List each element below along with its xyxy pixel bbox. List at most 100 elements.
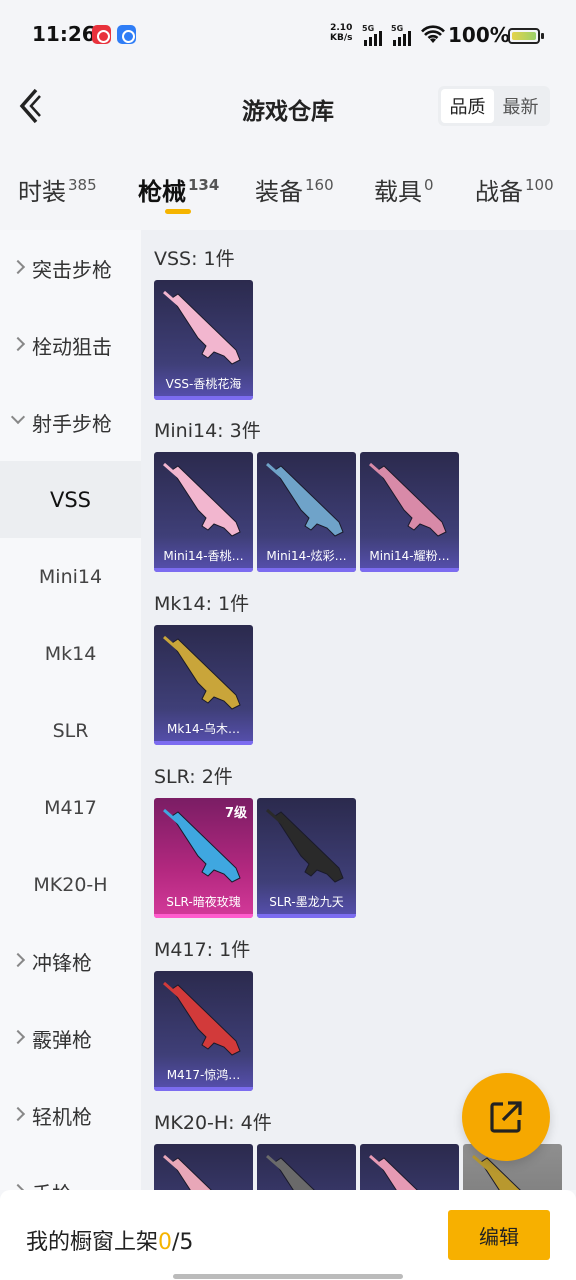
weapon-skin-name: SLR-暗夜玫瑰 (166, 895, 241, 909)
rifle-icon (266, 1154, 315, 1190)
chevron-down-icon (10, 409, 26, 425)
active-tab-indicator (165, 209, 191, 214)
weapon-skin-card[interactable]: Mk14-乌木… (154, 625, 253, 745)
signal-icon-2: 5G (391, 24, 413, 46)
chevron-right-icon (10, 1029, 26, 1045)
rifle-icon (163, 635, 241, 710)
group-title: M417: 1件 (154, 939, 251, 961)
tab-vehicles[interactable]: 载具 0 (374, 172, 434, 207)
sidebar-item-label: 突击步枪 (32, 258, 112, 282)
wifi-icon (421, 25, 445, 43)
sidebar-item-marksman-rifle[interactable]: 射手步枪 (0, 384, 141, 461)
sidebar-item-m417[interactable]: M417 (0, 769, 141, 846)
tab-count: 134 (188, 176, 220, 194)
weapon-skin-card[interactable]: 7级 SLR-暗夜玫瑰 (154, 798, 253, 918)
tab-fashion[interactable]: 时装 385 (18, 172, 97, 207)
rarity-bar (154, 568, 253, 572)
weapon-skin-name: Mk14-乌木… (167, 722, 240, 736)
showcase-label: 我的橱窗上架 (26, 1230, 159, 1255)
rifle-icon (163, 462, 241, 537)
sidebar-item-vss[interactable]: VSS (0, 461, 141, 538)
rifle-icon (163, 290, 241, 365)
notification-app-icon-2 (117, 25, 136, 44)
weapon-skin-card[interactable] (360, 1144, 459, 1190)
sidebar-item-mk20h[interactable]: MK20-H (0, 846, 141, 923)
share-button[interactable] (462, 1073, 550, 1161)
tab-label: 枪械 (138, 178, 186, 206)
sidebar-item-label: 轻机枪 (32, 1105, 92, 1129)
sidebar-item-label: 射手步枪 (32, 412, 112, 436)
tab-firearms[interactable]: 枪械 134 (138, 172, 219, 207)
sidebar-item-shotgun[interactable]: 霰弹枪 (0, 1000, 141, 1077)
rifle-icon (266, 462, 344, 537)
signal-icon: 5G (362, 24, 384, 46)
weapon-skin-name: M417-惊鸿… (166, 1068, 241, 1082)
chevron-right-icon (10, 1106, 26, 1122)
weapon-skin-card[interactable]: Mini14-炫彩… (257, 452, 356, 572)
rifle-icon (163, 1154, 212, 1190)
sidebar-item-label: 栓动狙击 (32, 335, 112, 359)
sim2-label: 5G (391, 24, 404, 33)
chevron-right-icon (10, 952, 26, 968)
weapon-skin-card[interactable]: Mini14-香桃… (154, 452, 253, 572)
level-badge: 7级 (224, 806, 247, 821)
battery-percent: 100% (448, 23, 510, 47)
showcase-current-count: 0 (158, 1230, 173, 1255)
weapon-skin-card[interactable] (257, 1144, 356, 1190)
sidebar-item-pistol[interactable]: 手枪 (0, 1154, 141, 1190)
net-speed: 2.10 KB/s (330, 23, 352, 43)
weapon-skin-card[interactable]: SLR-墨龙九天 (257, 798, 356, 918)
sidebar-item-label: 冲锋枪 (32, 951, 92, 975)
sidebar-item-lmg[interactable]: 轻机枪 (0, 1077, 141, 1154)
tab-label: 时装 (18, 178, 66, 206)
sidebar-item-smg[interactable]: 冲锋枪 (0, 923, 141, 1000)
group-title: Mini14: 3件 (154, 420, 261, 442)
weapon-skin-name: VSS-香桃花海 (165, 377, 242, 391)
weapon-skin-grid: VSS: 1件 VSS-香桃花海 Mini14: 3件 Mini14-香桃… Mini1… (141, 230, 576, 1190)
tab-count: 160 (305, 176, 334, 194)
rifle-icon (369, 1154, 418, 1190)
net-speed-unit: KB/s (330, 33, 353, 43)
tab-label: 战备 (475, 178, 523, 206)
sort-option-quality[interactable]: 品质 (441, 89, 494, 123)
group-title: Mk14: 1件 (154, 593, 250, 615)
sort-option-latest[interactable]: 最新 (494, 89, 547, 123)
weapon-skin-card[interactable]: Mini14-耀粉… (360, 452, 459, 572)
weapon-skin-card[interactable]: M417-惊鸿… (154, 971, 253, 1091)
sim1-label: 5G (362, 24, 375, 33)
tab-count: 385 (68, 176, 97, 194)
group-title: SLR: 2件 (154, 766, 233, 788)
tab-supplies[interactable]: 战备 100 (475, 172, 554, 207)
header: 游戏仓库 品质 最新 (0, 70, 576, 146)
rarity-bar (257, 914, 356, 918)
notification-app-icon (92, 25, 111, 44)
status-time: 11:26 (32, 22, 96, 46)
weapon-skin-name: Mini14-耀粉… (369, 549, 450, 563)
weapon-skin-name: Mini14-香桃… (163, 549, 244, 563)
sidebar-item-label: 手枪 (32, 1178, 72, 1190)
sort-toggle: 品质 最新 (438, 86, 550, 126)
weapon-type-sidebar: 突击步枪 栓动狙击 射手步枪 VSS Mini14 Mk14 SLR M417 … (0, 230, 141, 1190)
tab-equipment[interactable]: 装备 160 (255, 172, 334, 207)
tab-label: 载具 (374, 178, 422, 206)
edit-button[interactable]: 编辑 (448, 1210, 550, 1260)
home-indicator[interactable] (173, 1274, 403, 1279)
sidebar-item-label: 霰弹枪 (32, 1028, 92, 1052)
net-speed-value: 2.10 (330, 23, 353, 33)
rarity-bar (154, 741, 253, 745)
category-tabs: 时装 385 枪械 134 装备 160 载具 0 战备 100 (0, 160, 576, 222)
sidebar-item-mini14[interactable]: Mini14 (0, 538, 141, 615)
tab-label: 装备 (255, 178, 303, 206)
rarity-bar (154, 396, 253, 400)
sidebar-item-mk14[interactable]: Mk14 (0, 615, 141, 692)
tab-count: 100 (525, 176, 554, 194)
sidebar-item-slr[interactable]: SLR (0, 692, 141, 769)
tab-count: 0 (424, 176, 434, 194)
weapon-skin-card[interactable]: VSS-香桃花海 (154, 280, 253, 400)
battery-icon (508, 28, 544, 44)
rifle-icon (369, 462, 447, 537)
sidebar-item-assault-rifle[interactable]: 突击步枪 (0, 230, 141, 307)
weapon-skin-card[interactable] (154, 1144, 253, 1190)
sidebar-item-bolt-sniper[interactable]: 栓动狙击 (0, 307, 141, 384)
group-title: MK20-H: 4件 (154, 1112, 272, 1134)
